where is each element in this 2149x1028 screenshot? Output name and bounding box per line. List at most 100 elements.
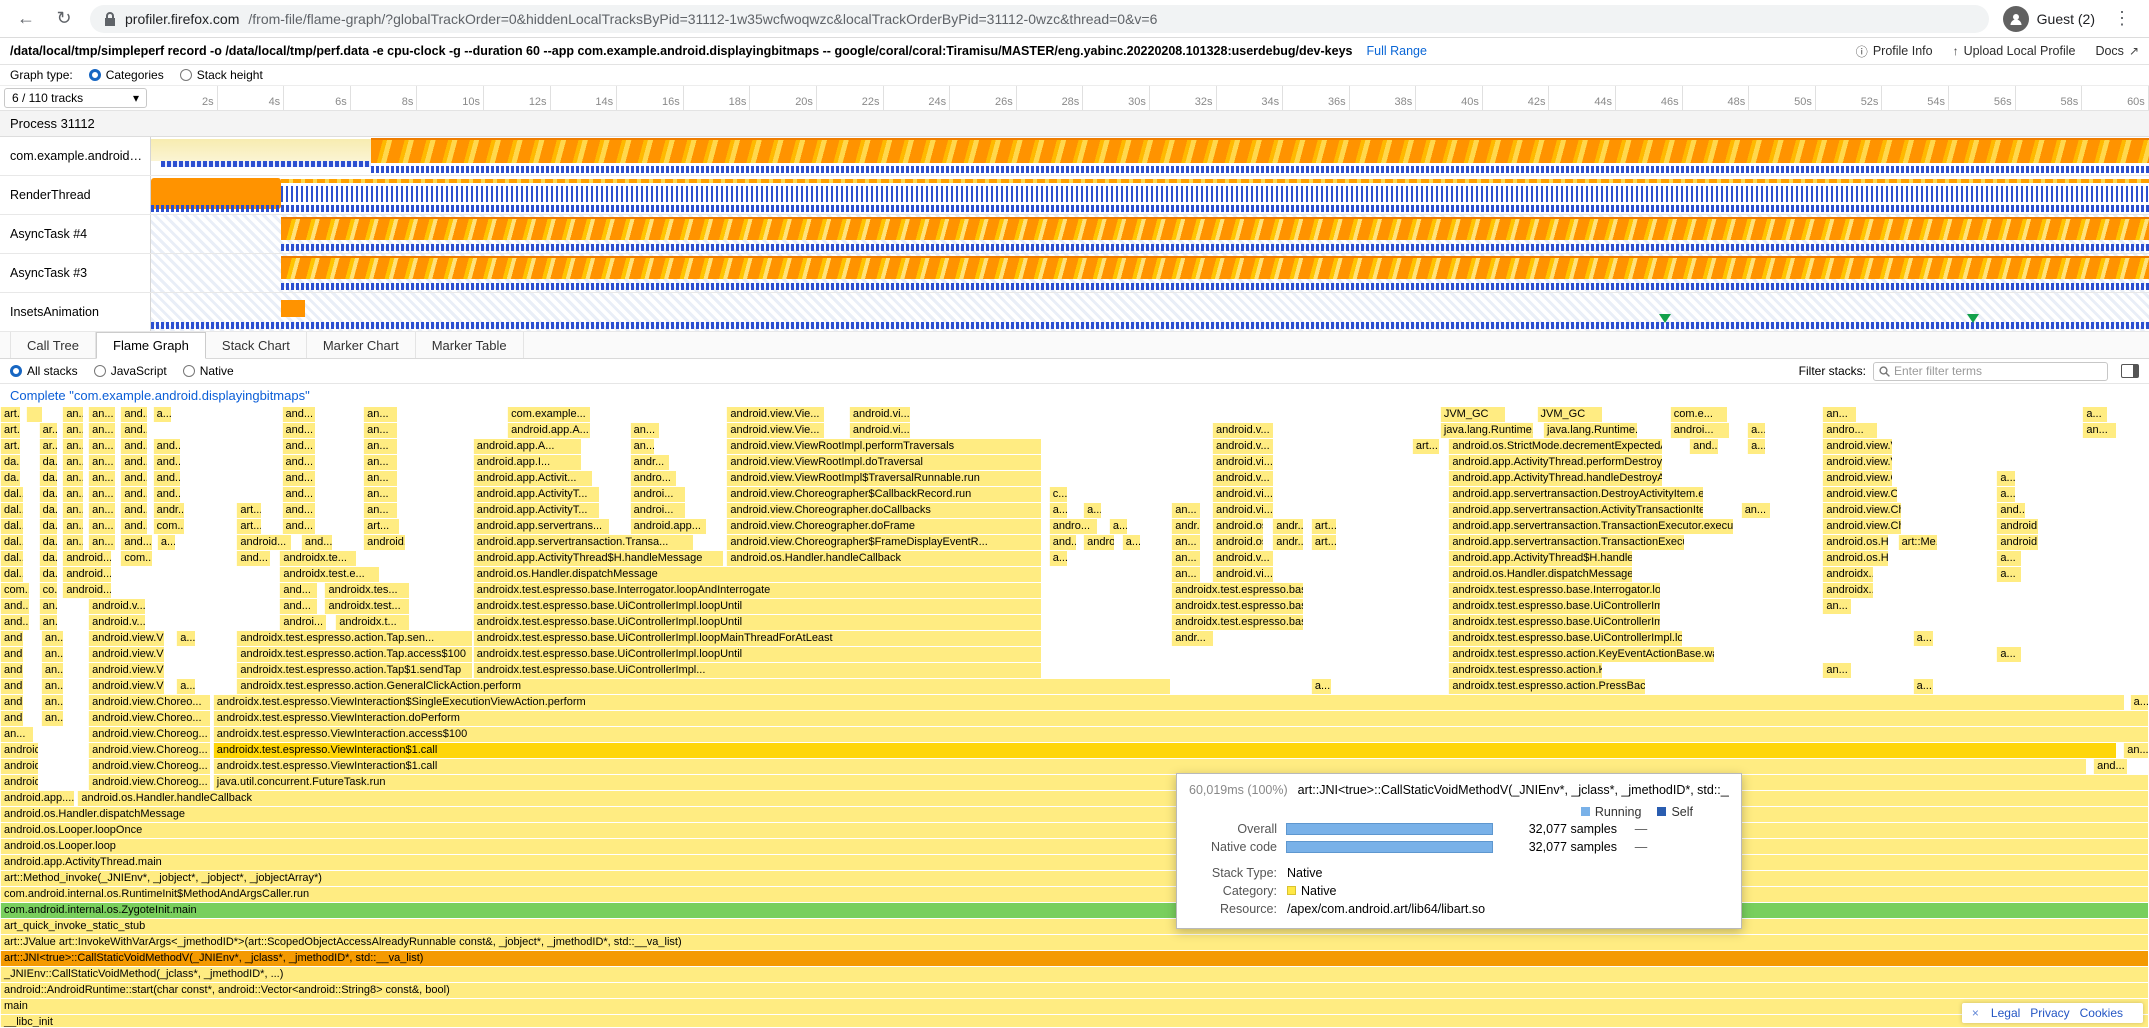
flame-frame[interactable]: and...	[282, 471, 316, 486]
flame-frame[interactable]: android.os....	[1212, 535, 1264, 550]
flame-frame[interactable]: art_quick_invoke_static_stub	[0, 919, 2149, 934]
flame-frame[interactable]: an...	[41, 663, 65, 678]
flame-frame[interactable]: android.os.Handler.dispatchMessage	[1448, 567, 1633, 582]
flame-frame[interactable]: an...	[88, 503, 116, 518]
radio-icon[interactable]	[10, 365, 22, 377]
flame-frame[interactable]: an...	[62, 471, 83, 486]
flame-frame[interactable]: androidx.test.espresso.action.Tap.access…	[236, 647, 472, 662]
flame-frame[interactable]: android.view.Cho...	[1822, 503, 1902, 518]
menu-kebab-icon[interactable]: ⋮	[2109, 8, 2135, 29]
flame-frame[interactable]: android.app.servertransaction.Transactio…	[1448, 535, 1684, 550]
tracks-dropdown-button[interactable]: 6 / 110 tracks ▾	[4, 88, 147, 108]
flame-frame[interactable]: androidx.te...	[279, 551, 356, 566]
flame-frame[interactable]: a...	[1747, 423, 1766, 438]
flame-frame[interactable]: androidx.test.espresso.base.UiController…	[473, 647, 1042, 662]
flame-frame[interactable]: an...	[88, 455, 116, 470]
flame-frame[interactable]: and...	[120, 519, 148, 534]
flame-frame[interactable]	[26, 407, 43, 422]
flame-frame[interactable]: an...	[363, 503, 397, 518]
flame-frame[interactable]: android.view.Choreographer.doFrame	[726, 519, 1042, 534]
flame-frame[interactable]: android.app.servertransaction.Transa...	[473, 535, 694, 550]
flame-frame[interactable]: androidx.test.espresso.base.UiContr...	[1171, 599, 1304, 614]
flame-frame[interactable]: art...	[0, 407, 21, 422]
flame-frame[interactable]: andr...	[1272, 519, 1304, 534]
flame-frame[interactable]: android.a...	[0, 775, 39, 790]
tab-marker-table[interactable]: Marker Table	[416, 332, 524, 358]
flame-frame[interactable]: and...	[1689, 439, 1719, 454]
flame-frame[interactable]: android.view.V...	[1822, 455, 1893, 470]
flame-frame[interactable]: ar...	[39, 423, 58, 438]
flame-frame[interactable]: android.view.Choreog...	[88, 759, 210, 774]
flame-frame[interactable]: android.view.Vie...	[726, 407, 825, 422]
flame-frame[interactable]: java.lang.Runtime.gc	[1543, 423, 1638, 438]
flame-frame[interactable]: and...	[301, 535, 333, 550]
flame-frame[interactable]: and...	[0, 695, 24, 710]
flame-frame[interactable]: ar...	[39, 439, 58, 454]
radio-icon[interactable]	[94, 365, 106, 377]
stack-filter-option-javascript[interactable]: JavaScript	[94, 364, 167, 378]
flame-frame[interactable]: android.os.Handle...	[1822, 551, 1889, 566]
flame-frame[interactable]: an...	[62, 455, 83, 470]
flame-frame[interactable]: an...	[363, 407, 397, 422]
flame-frame[interactable]: an...	[62, 503, 83, 518]
flame-frame[interactable]: android.os.Handler.dispatchMessage	[473, 567, 1042, 582]
flame-frame[interactable]: androidx...	[1822, 567, 1874, 582]
flame-frame[interactable]: an...	[88, 407, 116, 422]
breadcrumb[interactable]: Complete "com.example.android.displaying…	[0, 384, 2149, 407]
flame-frame[interactable]: androidx.test.espresso.ViewInteraction.a…	[213, 727, 2149, 742]
flame-frame[interactable]: android.vi...	[1212, 503, 1274, 518]
sidebar-toggle-icon[interactable]	[2121, 364, 2139, 378]
flame-frame[interactable]: androidx...	[1822, 583, 1874, 598]
flame-frame[interactable]: and...	[282, 503, 316, 518]
flame-frame[interactable]: art::Me...	[1898, 535, 1939, 550]
flame-frame[interactable]: art::JValue art::InvokeWithVarArgs<_jmet…	[0, 935, 2149, 950]
flame-frame[interactable]: and...	[153, 455, 181, 470]
flame-frame[interactable]: a...	[153, 407, 172, 422]
flame-frame[interactable]: android.app.ActivityThread$H.handleMessa…	[1448, 551, 1633, 566]
flame-frame[interactable]: and...	[153, 439, 181, 454]
flame-frame[interactable]: android.app.ActivityT...	[473, 487, 600, 502]
flame-frame[interactable]: androidx.test.espresso.base.UiController…	[1448, 631, 1682, 646]
flame-frame[interactable]: android.app....	[0, 791, 75, 806]
flame-frame[interactable]: and...	[2093, 759, 2127, 774]
flame-frame[interactable]: da...	[39, 535, 58, 550]
flame-frame[interactable]: androidx.test.espresso.base.Interrogator…	[1448, 583, 1661, 598]
flame-frame[interactable]: art::Method_invoke(_JNIEnv*, _jobject*, …	[0, 871, 2149, 886]
flame-frame[interactable]: an...	[62, 439, 83, 454]
flame-frame[interactable]: androidx.test.espresso.base.UiController…	[473, 663, 1042, 678]
track-activity-graph[interactable]	[151, 137, 2149, 175]
flame-frame[interactable]: android....	[62, 583, 111, 598]
flame-frame[interactable]: com.example...	[507, 407, 591, 422]
profile-info-button[interactable]: ⓘProfile Info	[1856, 43, 1933, 60]
flame-frame[interactable]: an...	[88, 423, 116, 438]
flame-frame[interactable]: co...	[39, 583, 58, 598]
flame-frame[interactable]: android.v...	[1212, 423, 1274, 438]
flame-frame[interactable]: an...	[39, 599, 58, 614]
flame-frame[interactable]: and...	[0, 599, 30, 614]
graph-type-option-categories[interactable]: Categories	[89, 68, 164, 82]
flame-frame[interactable]: androidx.test.espresso.base.UiController…	[473, 631, 1042, 646]
flame-frame[interactable]: and...	[120, 455, 148, 470]
flame-frame[interactable]: android.v...	[1212, 471, 1274, 486]
flame-frame[interactable]: android.v...	[1212, 439, 1274, 454]
flame-frame[interactable]: android.v...	[88, 599, 146, 614]
flame-frame[interactable]: a...	[2130, 695, 2149, 710]
flame-frame[interactable]: androidx.t...	[335, 615, 410, 630]
flame-frame[interactable]: andr...	[1171, 519, 1201, 534]
flame-frame[interactable]: JVM_GC	[1440, 407, 1507, 422]
tab-flame-graph[interactable]: Flame Graph	[96, 332, 206, 359]
reload-icon[interactable]: ↻	[52, 7, 76, 31]
flame-frame[interactable]: main	[0, 999, 2149, 1014]
footer-link-cookies[interactable]: Cookies	[2080, 1006, 2123, 1020]
flame-frame[interactable]: an...	[88, 535, 116, 550]
flame-frame[interactable]: da...	[0, 471, 21, 486]
flame-frame[interactable]: android.vi...	[1212, 567, 1274, 582]
flame-frame[interactable]: android...	[1996, 519, 2039, 534]
close-icon[interactable]: ×	[1972, 1006, 1979, 1020]
full-range-link[interactable]: Full Range	[1366, 44, 1426, 58]
flame-frame[interactable]: android.view.ViewRo...	[88, 631, 165, 646]
flame-frame[interactable]: art...	[1311, 535, 1337, 550]
flame-frame[interactable]: and...	[120, 487, 148, 502]
flame-frame[interactable]: an...	[39, 615, 58, 630]
flame-frame[interactable]: android.view.Vie...	[726, 423, 825, 438]
